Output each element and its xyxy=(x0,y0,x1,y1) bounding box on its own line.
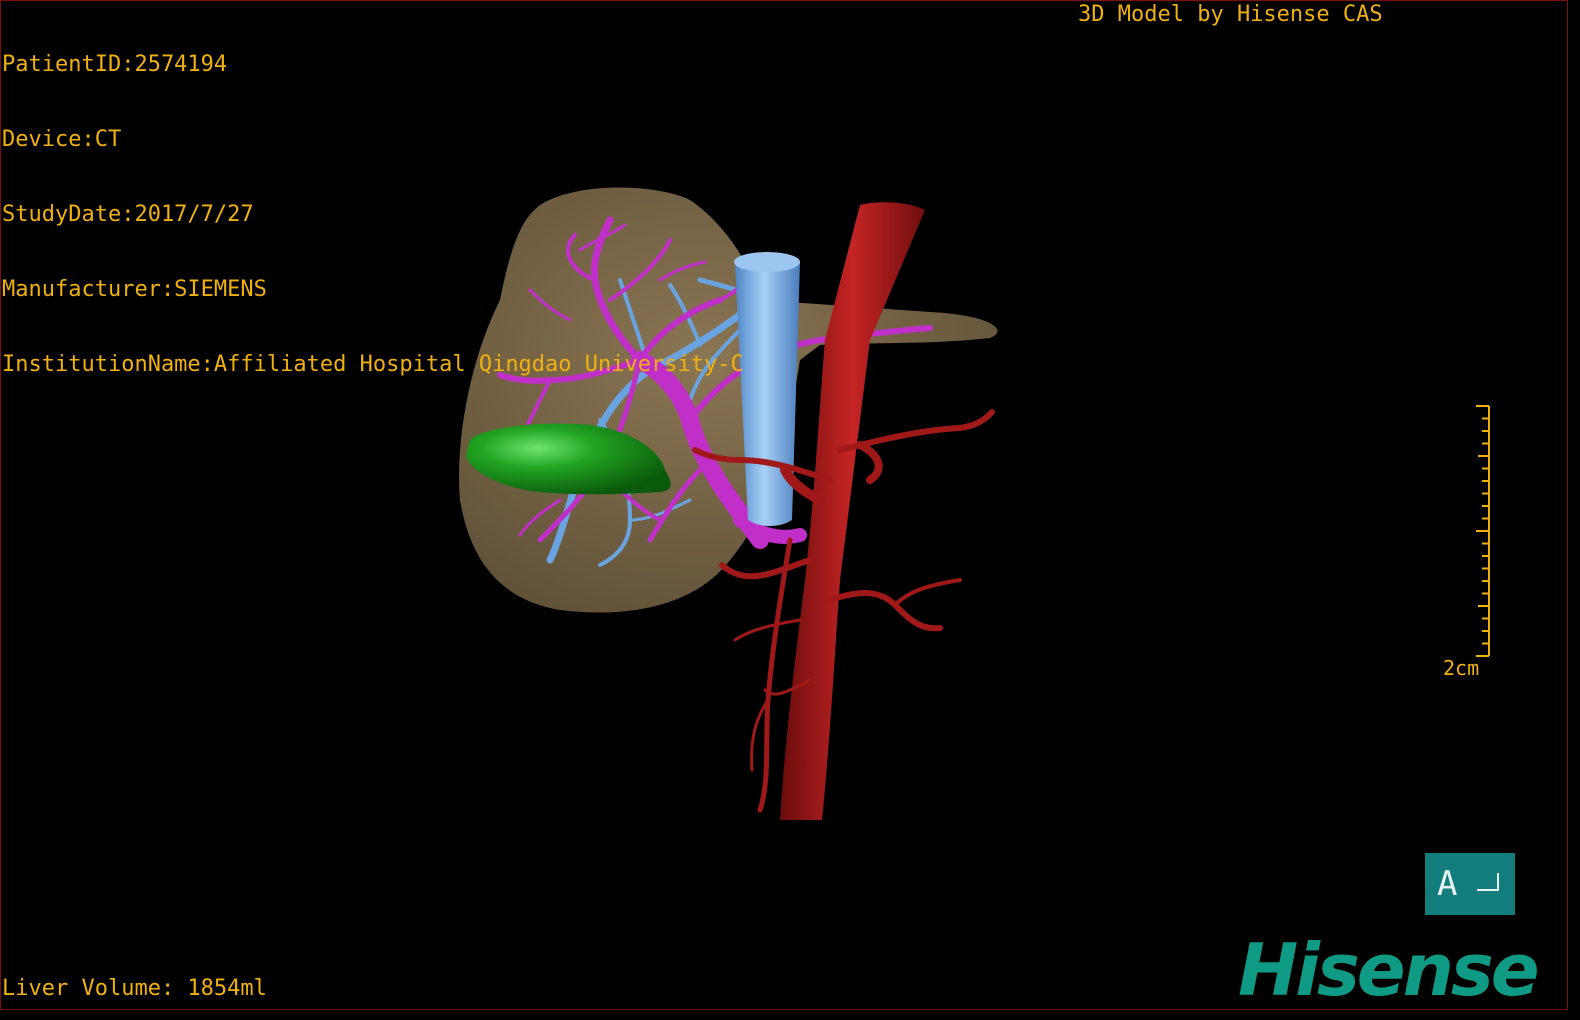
device-text: Device:CT xyxy=(2,127,122,152)
orientation-label: A xyxy=(1437,864,1458,904)
institution-text: InstitutionName:Affiliated Hospital Qing… xyxy=(2,352,744,377)
manufacturer-text: Manufacturer:SIEMENS xyxy=(2,277,267,302)
patient-info-overlay: PatientID:2574194 Device:CT StudyDate:20… xyxy=(2,2,744,402)
aorta-model xyxy=(780,202,925,820)
patient-id-text: PatientID:2574194 xyxy=(2,52,228,77)
hisense-logo: Hisense xyxy=(1238,928,1540,1012)
liver-volume-text: Liver Volume: 1854ml xyxy=(2,976,267,1001)
scale-bar xyxy=(1476,405,1490,657)
study-date-text: StudyDate:2017/7/27 xyxy=(2,202,254,227)
orientation-cube[interactable]: A xyxy=(1425,853,1515,915)
model-credit-label: 3D Model by Hisense CAS xyxy=(1078,2,1383,27)
scale-bar-label: 2cm xyxy=(1443,656,1480,680)
orientation-corner-icon xyxy=(1477,873,1499,891)
